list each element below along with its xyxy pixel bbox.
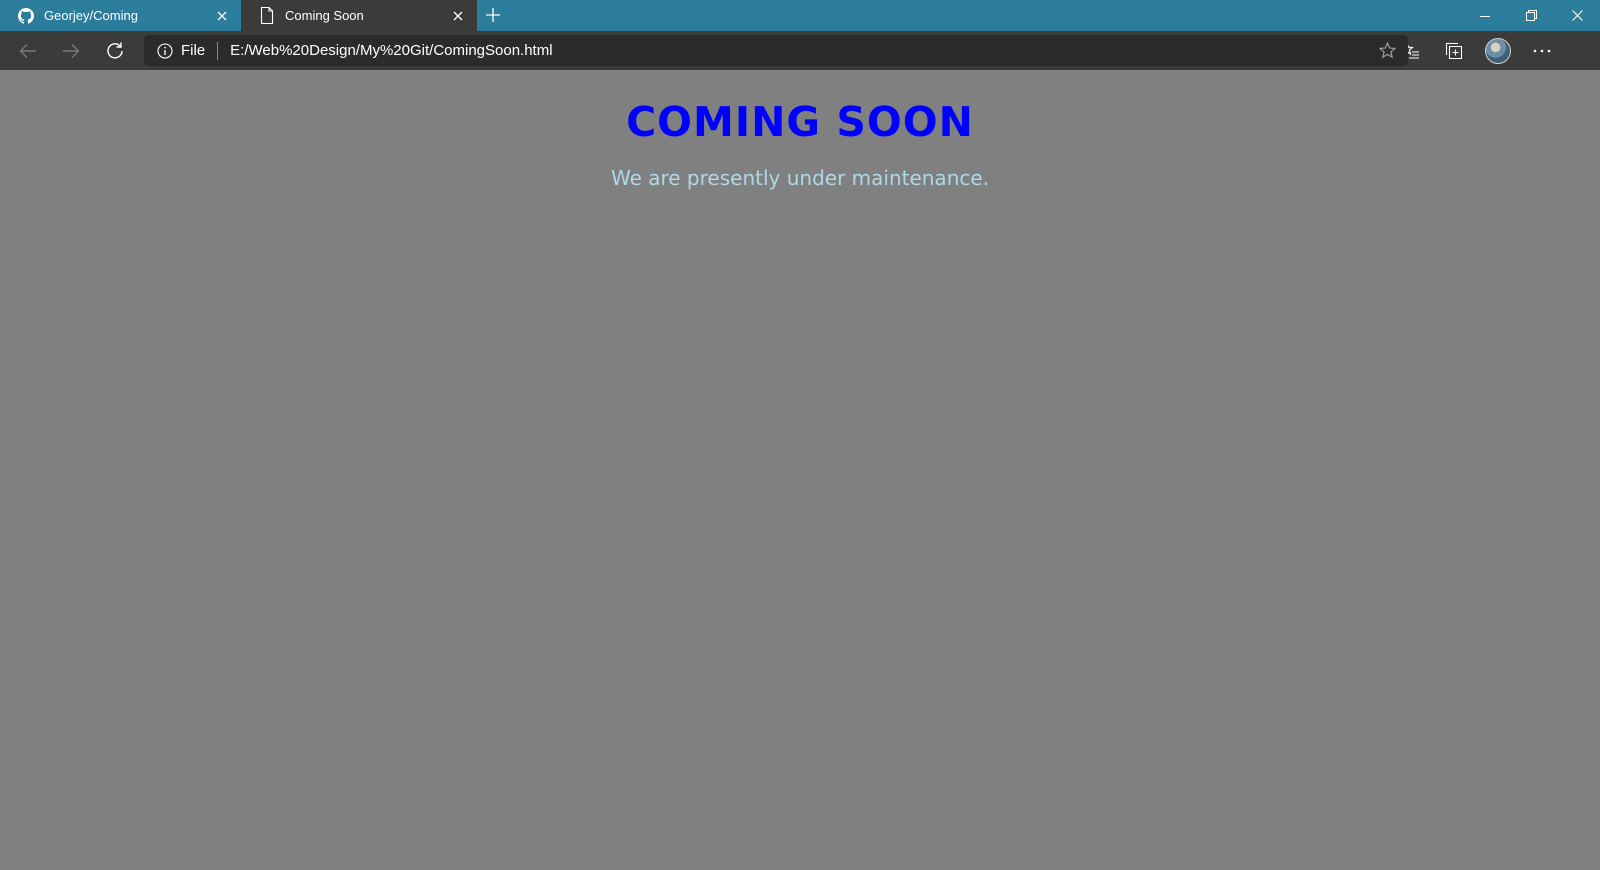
close-icon[interactable] [449, 7, 467, 25]
star-icon [1378, 42, 1396, 59]
minimize-icon [1480, 15, 1490, 17]
tab-georjey-coming[interactable]: Georjey/Coming [0, 0, 241, 31]
more-options-icon [1533, 49, 1551, 53]
avatar [1485, 38, 1511, 64]
github-icon [17, 7, 35, 25]
tab-strip: Georjey/Coming Coming Soon [0, 0, 1600, 31]
close-icon [1571, 10, 1583, 21]
tab-label: Georjey/Coming [44, 8, 138, 23]
close-icon[interactable] [213, 7, 231, 25]
plus-icon [486, 8, 500, 22]
close-window-button[interactable] [1554, 0, 1600, 31]
url-text[interactable]: E:/Web%20Design/My%20Git/ComingSoon.html [230, 42, 1372, 59]
document-icon [258, 7, 276, 25]
tab-label: Coming Soon [285, 8, 364, 23]
page-title: COMING SOON [626, 98, 974, 146]
settings-menu-button[interactable] [1526, 35, 1558, 67]
new-tab-button[interactable] [481, 3, 505, 27]
minimize-button[interactable] [1462, 0, 1508, 31]
profile-button[interactable] [1482, 35, 1514, 67]
restore-icon [1525, 10, 1537, 21]
forward-button[interactable] [55, 35, 87, 67]
address-divider [217, 41, 219, 60]
collections-button[interactable] [1438, 35, 1470, 67]
arrow-right-icon [63, 44, 80, 58]
restore-button[interactable] [1508, 0, 1554, 31]
page-content: COMING SOON We are presently under maint… [0, 70, 1600, 870]
page-subtitle: We are presently under maintenance. [610, 166, 990, 190]
arrow-left-icon [19, 44, 36, 58]
info-icon[interactable] [157, 42, 173, 59]
refresh-button[interactable] [99, 35, 131, 67]
site-info-label[interactable]: File [181, 42, 205, 59]
address-bar[interactable]: File E:/Web%20Design/My%20Git/ComingSoon… [144, 35, 1408, 66]
tab-coming-soon[interactable]: Coming Soon [241, 0, 477, 31]
collections-icon [1445, 42, 1463, 60]
add-favorite-button[interactable] [1372, 36, 1402, 66]
refresh-icon [107, 42, 123, 59]
back-button[interactable] [12, 35, 44, 67]
